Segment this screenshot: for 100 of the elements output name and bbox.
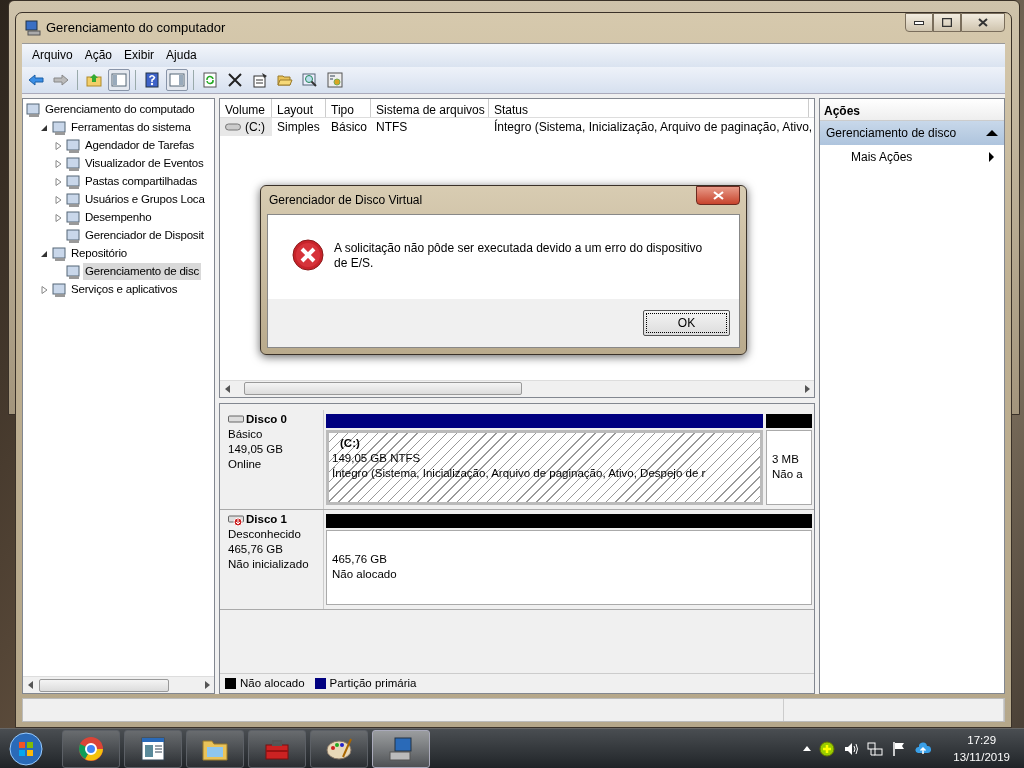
disk-info-panel[interactable]: Disco 0 Básico 149,05 GB Online [220,409,324,509]
disk-size: 149,05 GB [228,441,284,457]
horizontal-scrollbar[interactable] [220,379,814,397]
disk-name: Disco 1 [246,511,287,527]
tree-item[interactable]: Gerenciador de Disposit [83,226,206,245]
ok-button[interactable]: OK [643,310,730,336]
table-row-cell[interactable]: (C:) [220,118,272,137]
close-button[interactable] [696,186,740,205]
collapsed-arrow-icon[interactable] [54,213,62,222]
drive-icon [225,123,241,132]
clock[interactable]: 17:29 13/11/2019 [953,731,1010,766]
expanded-arrow-icon[interactable] [40,123,48,132]
column-header[interactable]: Layout [272,98,326,117]
tree-item[interactable]: Ferramentas do sistema [69,118,193,137]
partition-block[interactable]: (C:) 149,05 GB NTFS Íntegro (Sistema, Inicialização, Arquivo de paginação, Ativo, Despejo de r [326,429,763,505]
minimize-button[interactable] [905,13,933,32]
tree-item[interactable]: Usuários e Grupos Loca [83,190,207,209]
tree-node-icon [25,101,41,118]
disk-state: Online [228,456,263,472]
maximize-button[interactable] [933,13,961,32]
close-button[interactable] [961,13,1005,32]
network-icon[interactable] [867,740,884,757]
restore-icon [942,18,952,27]
collapsed-arrow-icon[interactable] [40,285,48,294]
disk-info-panel[interactable]: Disco 1 Desconhecido 465,76 GB Não inicializado [220,509,324,609]
tree-node-icon [65,263,81,280]
taskbar-app-button[interactable] [310,729,368,768]
tree-node-icon [51,245,67,262]
settings-icon [327,71,343,88]
menu-item[interactable]: Arquivo [26,44,79,67]
tree-item[interactable]: Serviços e aplicativos [69,280,180,299]
tree-node-icon [51,119,67,136]
table-cell-text: Básico [330,119,369,137]
taskbar-app-button[interactable] [186,729,244,768]
window-title: Gerenciamento do computador [46,19,226,38]
menu-item[interactable]: Exibir [118,44,161,67]
cloud-upload-icon[interactable] [915,740,932,757]
clock-date: 13/11/2019 [953,749,1010,765]
partition-block[interactable]: 465,76 GB Não alocado [326,529,812,605]
tree-node-icon [65,155,81,172]
tree-node-icon [65,209,81,226]
tree-item[interactable]: Visualizador de Eventos [83,154,206,173]
disk-size: 465,76 GB [228,541,284,557]
table-cell-text: NTFS [375,119,409,137]
partition-status: Não alocado [332,567,398,583]
taskbar-app-button[interactable] [62,729,120,768]
tree-item[interactable]: Gerenciamento de disc [83,262,202,281]
show-hidden-icons-icon[interactable] [803,746,812,751]
collapse-arrow-icon[interactable] [986,129,998,136]
clock-time: 17:29 [966,732,998,748]
tree-node-icon [51,281,67,298]
table-cell-text: Simples [276,119,321,137]
magnifier-icon [302,71,318,88]
collapsed-arrow-icon[interactable] [54,141,62,150]
legend-label: Não alocado [240,676,305,691]
expanded-arrow-icon[interactable] [40,249,48,258]
partition-size: 149,05 GB NTFS [332,450,422,466]
folder-up-icon [86,71,102,88]
tree-node-icon [65,191,81,208]
partition-header-bar [766,413,812,428]
partition-label: (C:) [339,435,361,451]
refresh-icon [202,71,218,88]
taskbar-app-button[interactable] [124,729,182,768]
tree-node-icon [65,137,81,154]
tree-item[interactable]: Gerenciamento do computado [43,100,197,119]
action-label: Mais Ações [851,148,913,166]
computer-icon [25,19,41,36]
collapsed-arrow-icon[interactable] [54,159,62,168]
action-section-header[interactable]: Gerenciamento de disco [820,120,1004,145]
tree-item[interactable]: Pastas compartilhadas [83,172,200,191]
table-cell-text: Íntegro (Sistema, Inicialização, Arquivo de paginação, Ativo, [493,118,809,137]
column-header[interactable]: Volume [220,98,272,117]
action-item[interactable]: Mais Ações [820,144,1004,169]
start-orb-icon[interactable] [9,731,43,766]
column-header[interactable]: Tipo [326,98,371,117]
help-icon [144,71,160,88]
console-tree-icon [111,71,127,88]
plus-icon[interactable] [819,740,836,757]
tree-node-icon [65,173,81,190]
tree-item[interactable]: Agendador de Tarefas [83,136,196,155]
partition-block[interactable]: 3 MB Não a [766,429,812,505]
disk-state: Não inicializado [228,556,310,572]
browser-icon [77,734,105,763]
menu-item[interactable]: Ajuda [160,44,203,67]
menu-item[interactable]: Ação [78,44,119,67]
close-icon [712,191,724,200]
column-header[interactable]: Status [489,98,809,117]
tree-item[interactable]: Desempenho [83,208,154,227]
scroll-right-icon [804,384,810,393]
disk-type: Básico [228,426,264,442]
console-tree-button[interactable] [108,68,130,91]
disk-name: Disco 0 [246,411,287,427]
tree-item[interactable]: Repositório [69,244,129,263]
collapsed-arrow-icon[interactable] [54,195,62,204]
properties-icon [252,71,268,88]
collapsed-arrow-icon[interactable] [54,177,62,186]
scroll-right-icon [204,681,210,690]
partition-status: Não a [772,467,804,483]
column-header[interactable]: Sistema de arquivos [371,98,489,117]
horizontal-scrollbar[interactable] [23,676,214,694]
